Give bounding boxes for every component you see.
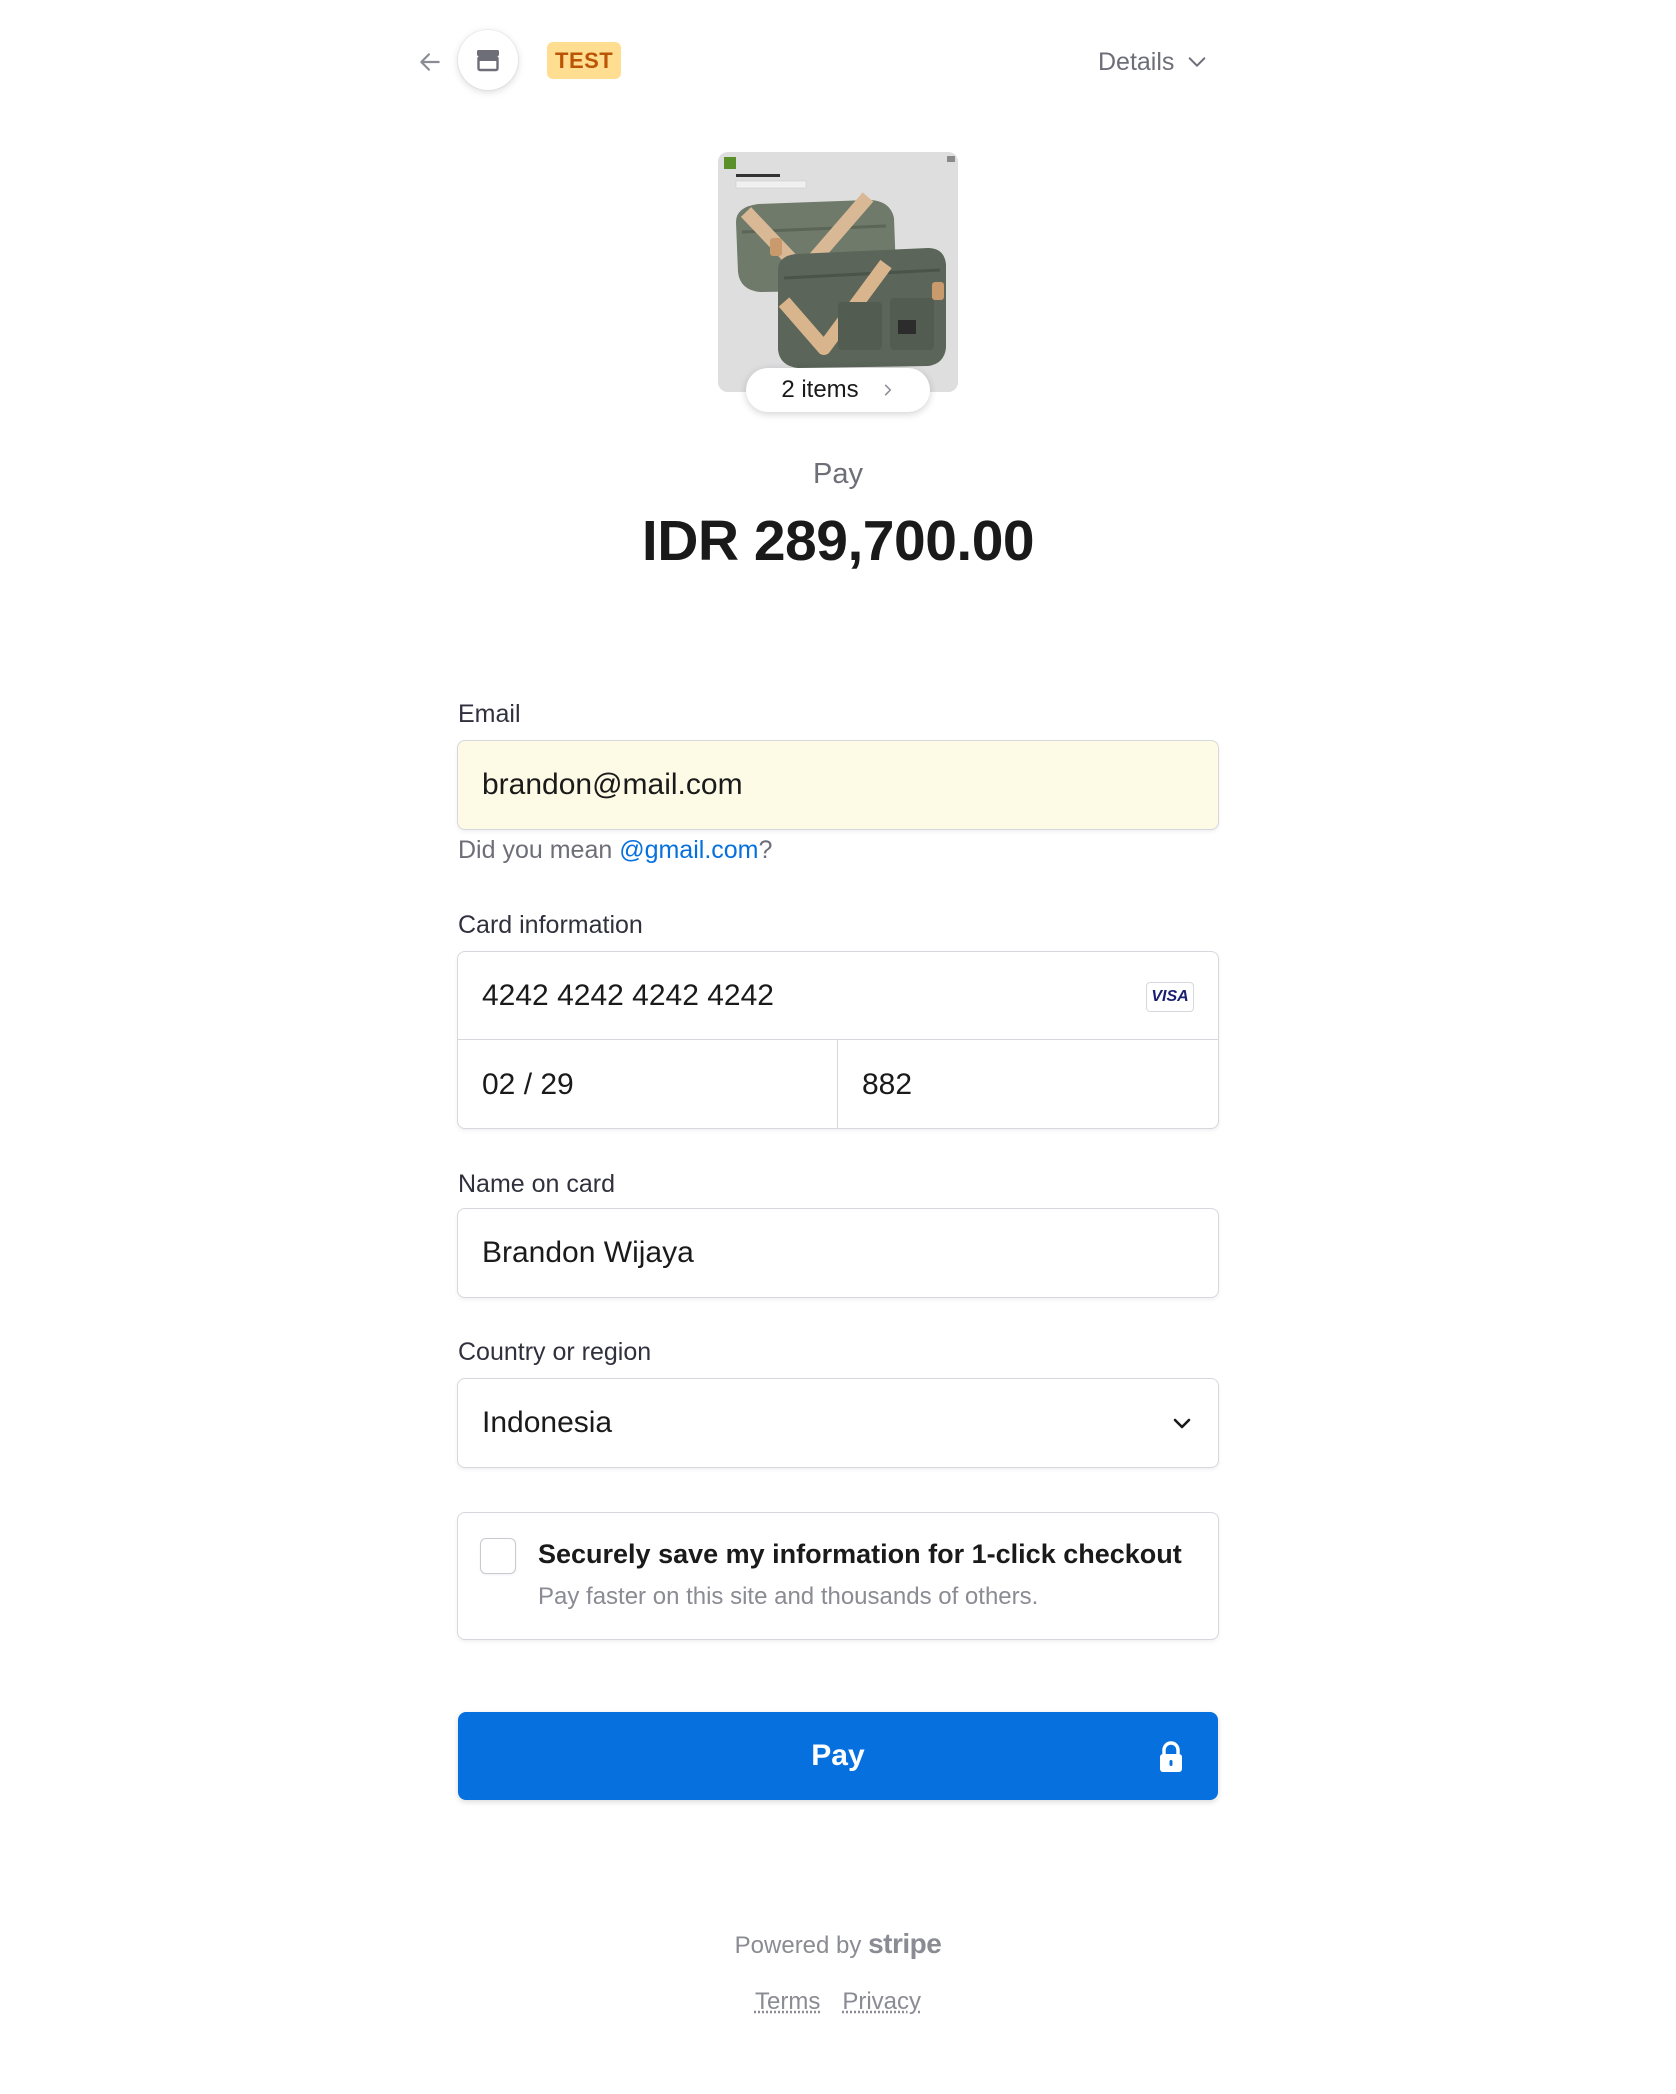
card-number-field[interactable]: 4242 4242 4242 4242 bbox=[458, 952, 1218, 1040]
arrow-left-icon bbox=[420, 53, 440, 71]
card-cvc-field[interactable]: 882 bbox=[838, 1040, 1218, 1128]
name-on-card-field[interactable]: Brandon Wijaya bbox=[457, 1208, 1219, 1298]
card-cvc-value: 882 bbox=[862, 1068, 913, 1101]
checkout-page: TEST Details 2 items Pay IDR 289,700.00 … bbox=[0, 0, 1676, 2094]
name-on-card-label: Name on card bbox=[458, 1170, 616, 1198]
email-value: brandon@mail.com bbox=[482, 768, 743, 801]
select-chevron bbox=[1170, 1411, 1194, 1435]
card-expiry-value: 02 / 29 bbox=[482, 1068, 574, 1101]
product-image bbox=[718, 152, 958, 392]
details-toggle[interactable]: Details bbox=[1098, 44, 1208, 80]
country-label: Country or region bbox=[458, 1338, 652, 1366]
bag-product-illustration bbox=[718, 152, 958, 392]
country-select[interactable]: Indonesia bbox=[457, 1378, 1219, 1468]
name-on-card-value: Brandon Wijaya bbox=[482, 1236, 694, 1269]
chevron-right-icon bbox=[884, 384, 891, 396]
lock-icon bbox=[1160, 1741, 1182, 1772]
store-button[interactable] bbox=[458, 30, 518, 90]
total-amount: IDR 289,700.00 bbox=[641, 509, 1035, 573]
chevron-down-icon bbox=[1173, 1418, 1191, 1429]
test-mode-badge: TEST bbox=[547, 42, 622, 79]
details-label: Details bbox=[1098, 47, 1175, 76]
save-info-title: Securely save my information for 1-click… bbox=[538, 1539, 1182, 1569]
pay-caption: Pay bbox=[813, 458, 863, 490]
chevron-down-icon bbox=[1189, 57, 1206, 67]
store-icon bbox=[477, 50, 499, 72]
email-field[interactable]: brandon@mail.com bbox=[457, 740, 1219, 830]
email-suggestion: Did you mean @gmail.com? bbox=[458, 836, 772, 865]
visa-card-icon: VISA bbox=[1146, 982, 1194, 1012]
email-suggestion-prefix: Did you mean bbox=[458, 836, 620, 864]
powered-by-stripe[interactable]: Powered by stripe bbox=[0, 1928, 1676, 1960]
email-suggestion-suffix: ? bbox=[758, 836, 773, 864]
items-summary-button[interactable]: 2 items bbox=[746, 368, 930, 412]
email-suggestion-link[interactable]: @gmail.com bbox=[619, 836, 758, 864]
save-info-box[interactable]: Securely save my information for 1-click… bbox=[457, 1512, 1219, 1640]
card-number-value: 4242 4242 4242 4242 bbox=[482, 978, 774, 1012]
pay-button-label: Pay bbox=[811, 1739, 865, 1772]
footer-links: Terms Privacy bbox=[0, 1988, 1676, 2016]
save-info-subtitle: Pay faster on this site and thousands of… bbox=[538, 1583, 1039, 1610]
terms-link[interactable]: Terms bbox=[755, 1988, 820, 2016]
stripe-logo: stripe bbox=[868, 1928, 942, 1959]
back-button[interactable] bbox=[412, 44, 448, 80]
powered-by-label: Powered by bbox=[734, 1932, 862, 1959]
save-info-checkbox[interactable] bbox=[480, 1538, 516, 1574]
card-expiry-field[interactable]: 02 / 29 bbox=[458, 1040, 838, 1128]
country-value: Indonesia bbox=[482, 1406, 613, 1439]
pay-button[interactable]: Pay bbox=[458, 1712, 1218, 1800]
card-information-group: 4242 4242 4242 4242 VISA 02 / 29 882 bbox=[457, 951, 1219, 1129]
items-count-label: 2 items bbox=[781, 376, 859, 403]
privacy-link[interactable]: Privacy bbox=[842, 1988, 921, 2016]
email-label: Email bbox=[458, 700, 521, 728]
card-information-label: Card information bbox=[458, 911, 643, 939]
